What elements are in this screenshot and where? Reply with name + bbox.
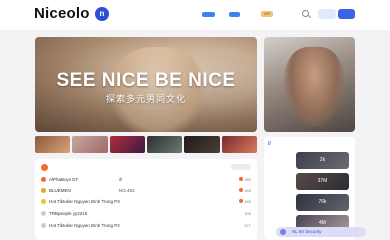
- list-item-title: BLUEMEN: [49, 188, 71, 193]
- list-item-count: 380: [244, 177, 251, 182]
- list-item-count: 486: [244, 199, 251, 204]
- floating-action-button[interactable]: NL 50 Security: [276, 227, 366, 237]
- list-item[interactable]: BLUEMEN NO.483 486: [41, 186, 251, 195]
- thumbnail-1[interactable]: [35, 136, 71, 153]
- thumbnail-4[interactable]: [146, 136, 183, 153]
- brand-logo[interactable]: Niceolo: [34, 5, 90, 22]
- section-mark: //: [268, 141, 271, 147]
- avatar: [280, 229, 286, 235]
- hero-banner[interactable]: SEE NICE BE NICE 探索多元男同文化: [35, 37, 257, 132]
- list-item-title: AlPhaBoys DT: [49, 177, 79, 182]
- side-list-panel: // 2k 37M 76k 4M: [264, 137, 355, 240]
- featured-side-card[interactable]: [264, 37, 355, 132]
- list-item-title: Hot Tiktoker Nguyen Dinh Trung P2: [49, 223, 120, 228]
- list-item[interactable]: Hot Tiktoker Nguyen Dinh Trung P3 486: [41, 197, 251, 206]
- floating-action-label: NL 50 Security: [292, 229, 322, 234]
- brand-icon[interactable]: n: [95, 7, 109, 21]
- avatar: [41, 199, 46, 204]
- avatar: [41, 223, 46, 228]
- thumbnail-strip: [35, 136, 257, 153]
- side-tile[interactable]: 76k: [296, 194, 349, 211]
- avatar: [41, 211, 46, 216]
- top-navigation-bar: Niceolo n VIP: [0, 0, 390, 30]
- thumbnail-3[interactable]: [109, 136, 145, 153]
- list-item[interactable]: Hot Tiktoker Nguyen Dinh Trung P2 477: [41, 221, 251, 230]
- list-item-title: Hot Tiktoker Nguyen Dinh Trung P3: [49, 199, 120, 204]
- avatar: [41, 188, 46, 193]
- heat-icon: [239, 177, 243, 181]
- list-item[interactable]: AlPhaBoys DT ill 380: [41, 175, 251, 184]
- login-button[interactable]: [318, 9, 336, 19]
- fire-icon: [41, 164, 48, 171]
- avatar: [41, 177, 46, 182]
- list-item-title: TRBpeople yy2210: [49, 211, 88, 216]
- featured-image: [284, 47, 344, 127]
- hero-subtitle: 探索多元男同文化: [105, 94, 186, 104]
- nav-link-secondary[interactable]: [229, 12, 240, 17]
- signup-button[interactable]: [338, 9, 355, 19]
- vip-badge[interactable]: VIP: [261, 11, 273, 17]
- heat-icon: [239, 199, 243, 203]
- list-item-count: 477: [244, 223, 251, 228]
- search-icon[interactable]: [302, 10, 309, 17]
- thumbnail-2[interactable]: [72, 136, 108, 153]
- side-tile[interactable]: 2k: [296, 152, 349, 169]
- list-item-count: 306: [244, 211, 251, 216]
- list-item-count: 486: [244, 188, 251, 193]
- list-item[interactable]: TRBpeople yy2210 306: [41, 209, 251, 218]
- side-tile[interactable]: 37M: [296, 173, 349, 190]
- more-button[interactable]: [231, 164, 251, 170]
- heat-icon: [239, 188, 243, 192]
- hero-title: SEE NICE BE NICE: [56, 70, 236, 91]
- thumbnail-6[interactable]: [221, 136, 257, 153]
- list-item-meta: NO.483: [119, 188, 135, 193]
- list-item-meta: ill: [119, 177, 122, 182]
- thumbnail-5[interactable]: [184, 136, 220, 153]
- feed-list-card: AlPhaBoys DT ill 380 BLUEMEN NO.483 486 …: [35, 159, 257, 240]
- nav-link-primary[interactable]: [202, 12, 215, 17]
